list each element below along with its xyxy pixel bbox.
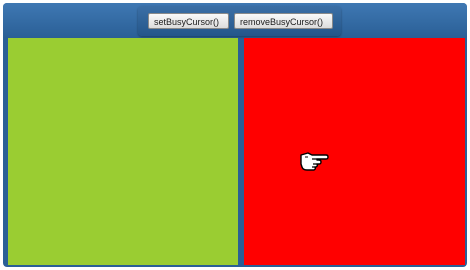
remove-busy-cursor-button[interactable]: removeBusyCursor() — [234, 13, 333, 29]
pointing-hand-icon — [299, 149, 329, 171]
right-panel[interactable] — [244, 38, 465, 265]
toolbar: setBusyCursor() removeBusyCursor() — [3, 3, 467, 38]
set-busy-cursor-button[interactable]: setBusyCursor() — [148, 13, 229, 29]
app-frame: setBusyCursor() removeBusyCursor() — [3, 3, 467, 267]
button-group: setBusyCursor() removeBusyCursor() — [138, 6, 341, 36]
left-panel[interactable] — [8, 38, 238, 265]
